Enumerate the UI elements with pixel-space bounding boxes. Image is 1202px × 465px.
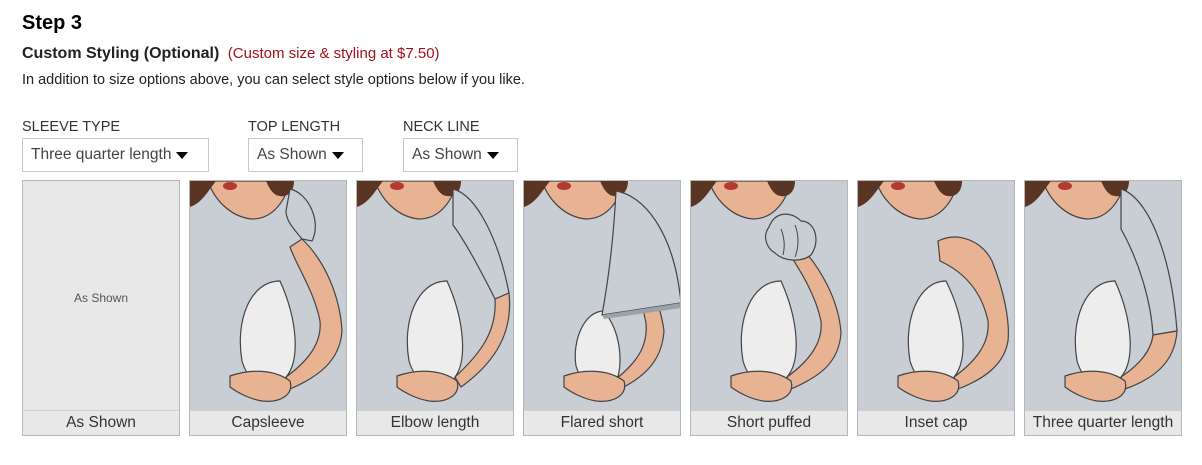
caret-down-icon xyxy=(331,151,344,159)
sleeve-type-select[interactable]: Three quarter length xyxy=(22,138,209,172)
sleeve-option-elbow-length[interactable]: Elbow length xyxy=(356,180,514,436)
sleeve-option-as-shown[interactable]: As Shown As Shown xyxy=(22,180,180,436)
short-puffed-figure-illustration xyxy=(691,181,847,413)
sleeve-option-caption: Capsleeve xyxy=(190,410,346,435)
sleeve-option-flared-short[interactable]: Flared short xyxy=(523,180,681,436)
sleeve-option-caption: As Shown xyxy=(23,410,179,435)
neck-line-label: NECK LINE xyxy=(403,119,480,135)
sleeve-option-caption: Three quarter length xyxy=(1025,410,1181,435)
sleeve-option-capsleeve[interactable]: Capsleeve xyxy=(189,180,347,436)
neck-line-value: As Shown xyxy=(412,146,482,163)
price-note: (Custom size & styling at $7.50) xyxy=(227,45,440,62)
top-length-select[interactable]: As Shown xyxy=(248,138,363,172)
sleeve-option-three-quarter-length[interactable]: Three quarter length xyxy=(1024,180,1182,436)
sleeve-option-caption: Flared short xyxy=(524,410,680,435)
sleeve-option-caption: Short puffed xyxy=(691,410,847,435)
top-length-value: As Shown xyxy=(257,146,327,163)
sleeve-type-value: Three quarter length xyxy=(31,146,172,163)
neck-line-select[interactable]: As Shown xyxy=(403,138,518,172)
sleeve-option-inset-cap[interactable]: Inset cap xyxy=(857,180,1015,436)
three-quarter-figure-illustration xyxy=(1025,181,1181,413)
step-title: Step 3 xyxy=(22,12,83,34)
placeholder-label: As Shown xyxy=(73,291,129,305)
flared-short-figure-illustration xyxy=(524,181,680,413)
caret-down-icon xyxy=(486,151,499,159)
sleeve-option-caption: Inset cap xyxy=(858,410,1014,435)
capsleeve-figure-illustration xyxy=(190,181,346,413)
custom-styling-heading: Custom Styling (Optional) (Custom size &… xyxy=(22,45,440,63)
styling-description: In addition to size options above, you c… xyxy=(22,72,525,88)
caret-down-icon xyxy=(176,151,189,159)
elbow-length-figure-illustration xyxy=(357,181,513,413)
inset-cap-figure-illustration xyxy=(858,181,1014,413)
sleeve-option-short-puffed[interactable]: Short puffed xyxy=(690,180,848,436)
sleeve-type-label: SLEEVE TYPE xyxy=(22,119,121,135)
heading-text: Custom Styling (Optional) xyxy=(22,45,220,62)
sleeve-option-caption: Elbow length xyxy=(357,410,513,435)
top-length-label: TOP LENGTH xyxy=(248,119,341,135)
